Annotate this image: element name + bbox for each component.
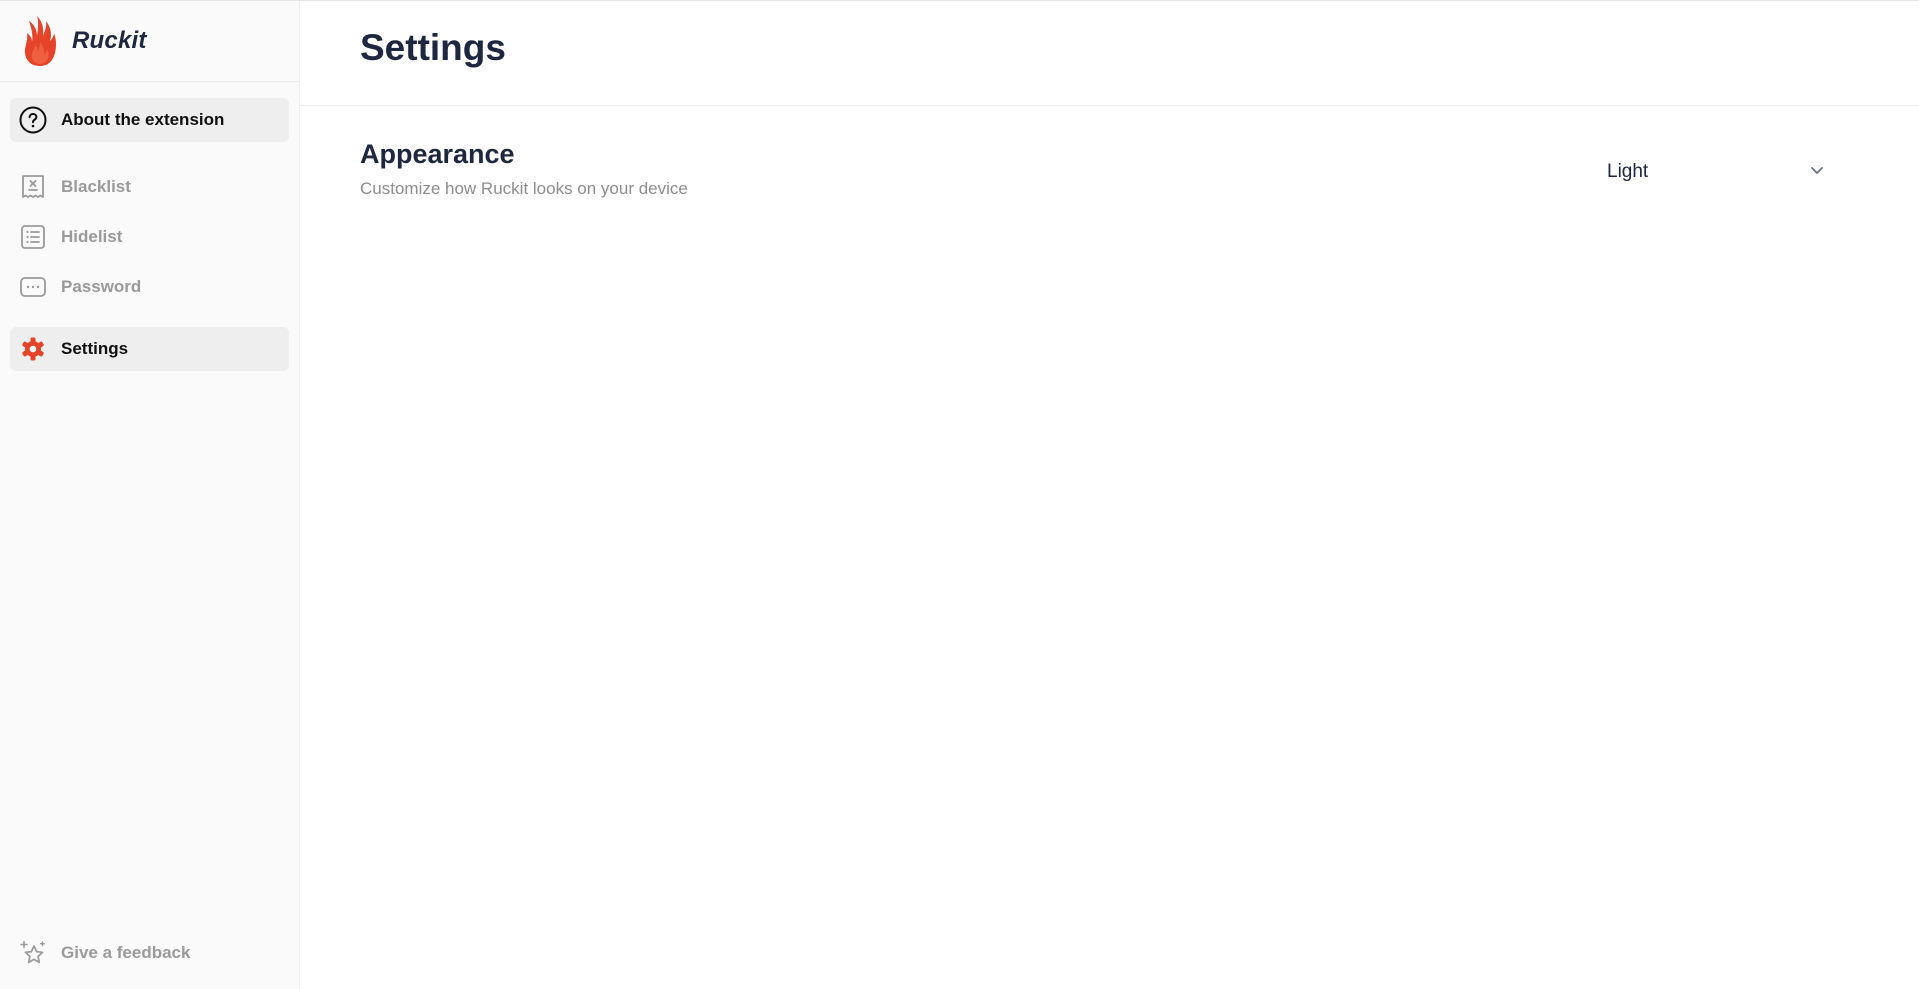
sidebar-item-label: Hidelist (61, 227, 123, 246)
brand[interactable]: Ruckit (0, 1, 299, 82)
sidebar-item-settings[interactable]: Settings (10, 327, 289, 371)
sidebar-item-hidelist[interactable]: Hidelist (10, 212, 289, 262)
page-title: Settings (360, 27, 506, 68)
theme-select-value: Light (1607, 161, 1649, 182)
brand-name: Ruckit (72, 27, 147, 54)
sidebar-nav: About the extension Blacklist Hidelist P… (0, 98, 299, 371)
sparkle-star-icon (19, 939, 47, 967)
sidebar: Ruckit About the extension Blacklist Hid… (0, 1, 300, 989)
feedback-button[interactable]: Give a feedback (10, 931, 289, 975)
sidebar-item-label: Password (61, 277, 142, 296)
sidebar-item-label: Blacklist (61, 177, 131, 196)
password-icon (19, 273, 47, 301)
app-window: Ruckit About the extension Blacklist Hid… (0, 0, 1919, 989)
appearance-setting: Appearance Customize how Ruckit looks on… (300, 106, 1919, 216)
feedback-label: Give a feedback (61, 943, 191, 962)
help-circle-icon (19, 106, 47, 134)
main-content: Settings Appearance Customize how Ruckit… (300, 1, 1919, 989)
sidebar-item-label: About the extension (61, 110, 225, 129)
theme-select[interactable]: Light (1603, 154, 1833, 190)
sidebar-item-about[interactable]: About the extension (10, 98, 289, 142)
sidebar-item-password[interactable]: Password (10, 262, 289, 312)
gear-icon (19, 335, 47, 363)
chevron-down-icon (1809, 162, 1825, 183)
list-icon (19, 223, 47, 251)
page-header: Settings (300, 1, 1919, 106)
sidebar-item-blacklist[interactable]: Blacklist (10, 162, 289, 212)
blacklist-icon (19, 173, 47, 201)
sidebar-item-label: Settings (61, 339, 129, 358)
flame-logo-icon (24, 16, 56, 66)
